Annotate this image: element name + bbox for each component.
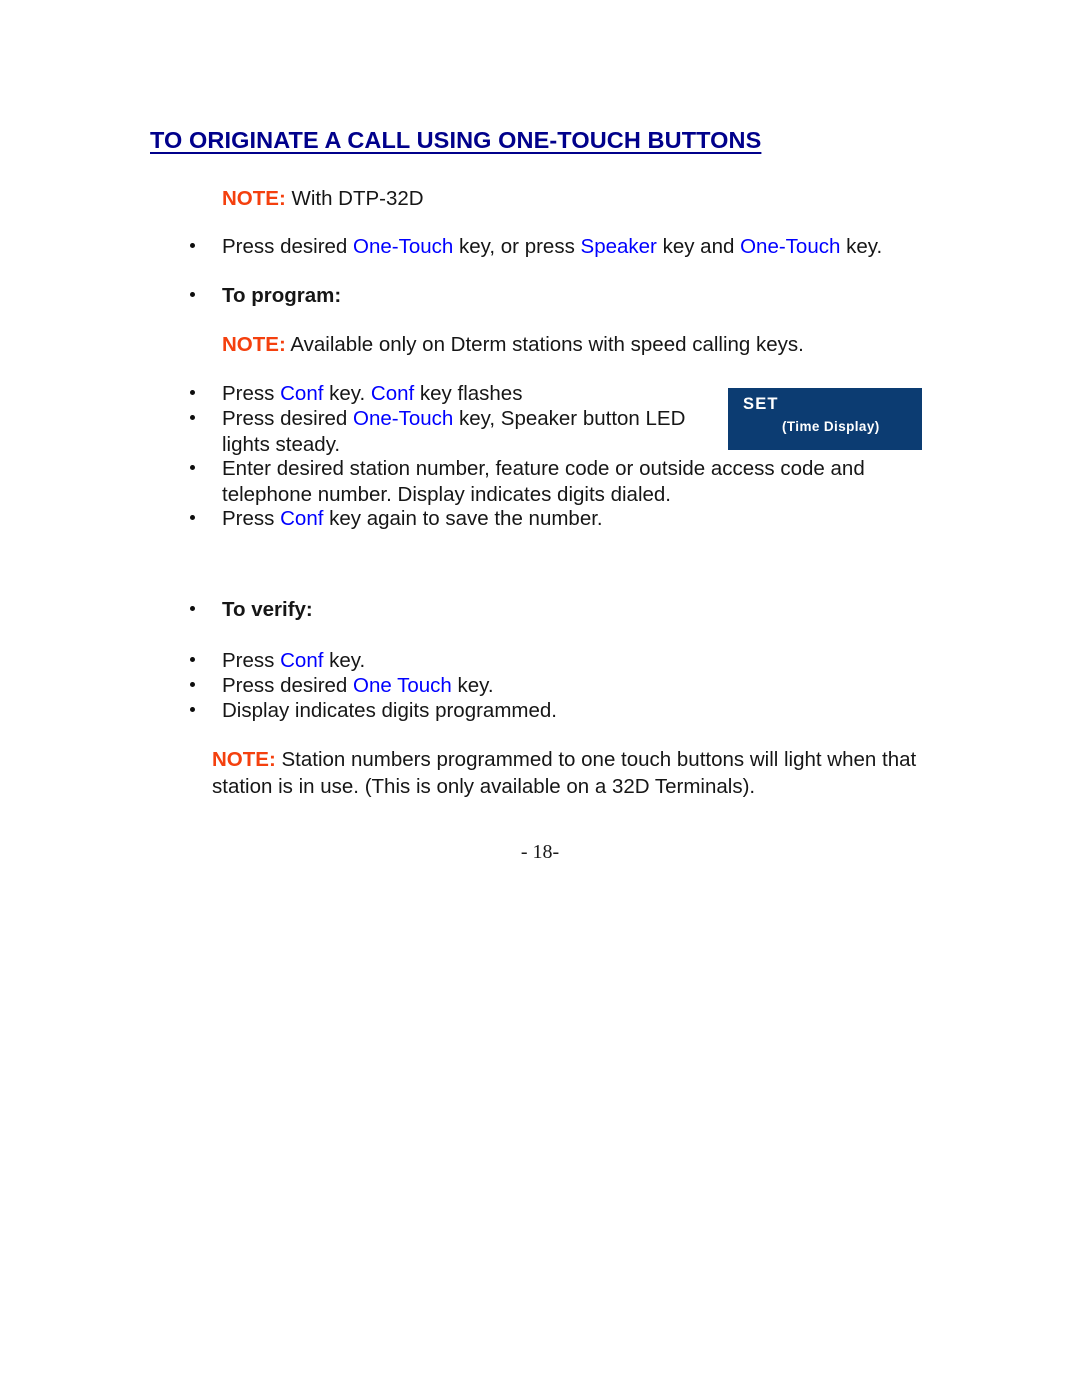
set-time-display-image: SET (Time Display)	[728, 388, 922, 450]
note-label: NOTE:	[212, 748, 276, 771]
text-segment: Press	[222, 507, 281, 530]
list-item-verify-step-3: Display indicates digits programmed.	[190, 698, 690, 724]
list-item-verify-step-1: Press Conf key.	[190, 648, 610, 674]
keyword-conf: Conf	[280, 649, 324, 672]
set-label: SET	[743, 395, 779, 413]
bullet-icon	[190, 707, 195, 712]
note-dtp-32d: NOTE: With DTP-32D	[222, 186, 424, 211]
list-item-program-step-2: Press desired One-Touch key, Speaker but…	[190, 406, 715, 457]
list-item-program-step-4: Press Conf key again to save the number.	[190, 506, 710, 532]
note-text: Station numbers programmed to one touch …	[212, 748, 917, 798]
text-segment: key, or press	[453, 235, 581, 258]
list-item-to-verify-heading: To verify:	[190, 597, 590, 623]
list-item-text: Press desired One-Touch key, or press Sp…	[222, 234, 950, 260]
bullet-icon	[190, 243, 195, 248]
to-program-heading: To program:	[222, 284, 342, 307]
note-text: With DTP-32D	[285, 187, 424, 210]
text-segment: key.	[451, 674, 494, 697]
list-item-program-step-3: Enter desired station number, feature co…	[190, 456, 910, 507]
note-label: NOTE:	[222, 333, 286, 356]
text-segment: key.	[323, 382, 371, 405]
page-number: - 18-	[520, 841, 560, 863]
note-label: NOTE:	[222, 187, 286, 210]
bullet-icon	[190, 682, 195, 687]
list-item-text: Press desired One Touch key.	[222, 673, 650, 699]
bullet-icon	[190, 465, 195, 470]
keyword-one-touch: One-Touch	[353, 235, 454, 258]
list-item-text: Press Conf key. Conf key flashes	[222, 381, 710, 407]
to-verify-heading: To verify:	[222, 598, 313, 621]
text-segment: Press desired	[222, 407, 354, 430]
text-segment: Press desired	[222, 674, 354, 697]
list-item-text: Display indicates digits programmed.	[222, 699, 557, 722]
text-segment: key again to save the number.	[323, 507, 603, 530]
keyword-speaker: Speaker	[580, 235, 657, 258]
note-text: Available only on Dterm stations with sp…	[285, 333, 804, 356]
keyword-one-touch: One Touch	[353, 674, 452, 697]
bullet-icon	[190, 606, 195, 611]
text-segment: key.	[840, 235, 883, 258]
bullet-icon	[190, 657, 195, 662]
note-speed-calling: NOTE: Available only on Dterm stations w…	[222, 332, 804, 357]
list-item-text: Enter desired station number, feature co…	[222, 457, 865, 506]
keyword-conf: Conf	[280, 382, 324, 405]
keyword-one-touch: One-Touch	[353, 407, 454, 430]
note-station-numbers: NOTE: Station numbers programmed to one …	[212, 746, 924, 800]
list-item-text: Press Conf key again to save the number.	[222, 506, 710, 532]
text-segment: Press	[222, 649, 281, 672]
bullet-icon	[190, 292, 195, 297]
list-item-text: Press Conf key.	[222, 648, 610, 674]
keyword-one-touch: One-Touch	[740, 235, 841, 258]
list-item-program-step-1: Press Conf key. Conf key flashes	[190, 381, 710, 407]
text-segment: key and	[656, 235, 741, 258]
document-page: TO ORIGINATE A CALL USING ONE-TOUCH BUTT…	[0, 0, 1080, 1397]
keyword-conf: Conf	[280, 507, 324, 530]
text-segment: key.	[323, 649, 366, 672]
bullet-icon	[190, 415, 195, 420]
page-title: TO ORIGINATE A CALL USING ONE-TOUCH BUTT…	[150, 127, 762, 153]
list-item-press-one-touch: Press desired One-Touch key, or press Sp…	[190, 234, 950, 260]
list-item-to-program-heading: To program:	[190, 283, 590, 309]
keyword-conf: Conf	[370, 382, 415, 405]
bullet-icon	[190, 390, 195, 395]
text-segment: Press desired	[222, 235, 354, 258]
list-item-verify-step-2: Press desired One Touch key.	[190, 673, 650, 699]
list-item-text: Press desired One-Touch key, Speaker but…	[222, 406, 715, 457]
text-segment: Press	[222, 382, 281, 405]
time-display-label: (Time Display)	[782, 419, 880, 434]
bullet-icon	[190, 515, 195, 520]
text-segment: key flashes	[414, 382, 523, 405]
